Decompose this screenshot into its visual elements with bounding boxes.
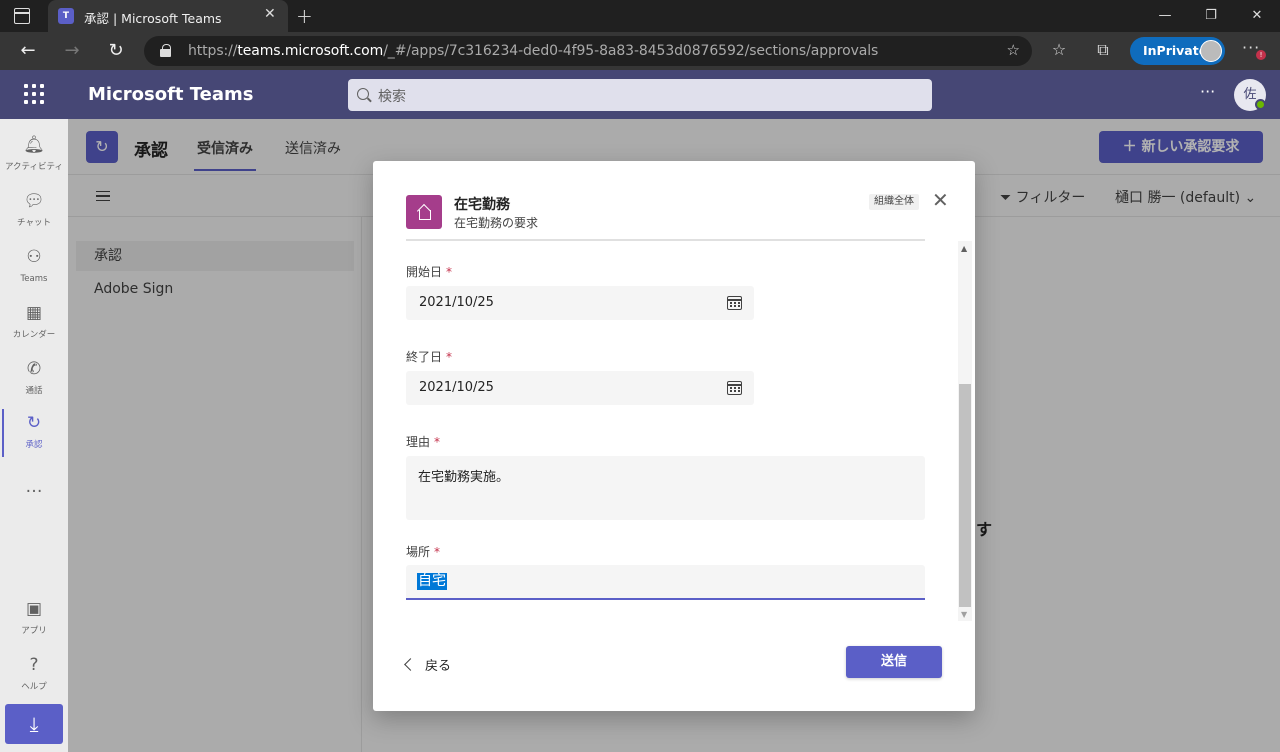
template-icon [406,195,442,229]
collections-icon[interactable]: ⧉ [1092,40,1114,60]
search-input[interactable]: 検索 [348,79,932,111]
reason-textarea[interactable]: 在宅勤務実施。 [406,456,925,520]
rail-item-teams[interactable]: ⚇ Teams [0,239,68,295]
submit-button[interactable]: 送信 [846,646,942,678]
rail-item-chat[interactable]: 💬︎ チャット [0,183,68,239]
window-close-icon[interactable]: ✕ [1234,0,1280,30]
search-icon [357,88,369,100]
app-title: Microsoft Teams [88,84,254,105]
app-launcher-icon[interactable] [24,84,44,104]
presence-available-icon [1255,99,1266,110]
tab-actions-icon[interactable] [14,8,30,24]
notification-badge: ! [1256,50,1266,60]
dialog-title: 在宅勤務 [454,197,510,213]
teams-header: Microsoft Teams 検索 ··· 佐 [0,70,1280,119]
browser-tab-bar: T 承認 | Microsoft Teams ✕ + — ❐ ✕ [0,0,1280,32]
minimize-icon[interactable]: — [1142,0,1188,30]
approvals-icon: ↻ [26,413,42,433]
end-date-value: 2021/10/25 [419,380,494,395]
teams-icon: ⚇ [26,247,42,267]
forward-icon[interactable]: → [60,39,84,63]
dialog-scrollbar[interactable]: ▲ ▼ [958,241,972,621]
dialog-subtitle: 在宅勤務の要求 [454,216,539,230]
scrollbar-thumb[interactable] [959,384,971,607]
help-icon: ? [29,655,39,675]
url-field[interactable]: https://teams.microsoft.com/_#/apps/7c31… [144,36,1032,66]
back-button[interactable]: 戻る [404,655,451,674]
calendar-picker-icon[interactable] [727,381,742,395]
start-date-label: 開始日 * [406,265,453,279]
location-field[interactable]: 自宅 [406,565,925,600]
url-text: https://teams.microsoft.com/_#/apps/7c31… [188,43,879,59]
chevron-left-icon [404,658,417,671]
dialog-close-icon[interactable]: ✕ [932,188,949,212]
app-rail: 🔔︎ アクティビティ 💬︎ チャット ⚇ Teams ▦ カレンダー ✆ 通話 … [0,119,68,752]
reason-value: 在宅勤務実施。 [418,470,510,485]
settings-more-icon[interactable]: ··· [1200,82,1215,101]
inprivate-button[interactable]: InPrivate [1130,37,1225,65]
calendar-icon: ▦ [25,303,43,323]
scroll-down-icon[interactable]: ▼ [961,610,967,619]
org-wide-badge: 組織全体 [869,194,919,210]
tab-close-icon[interactable]: ✕ [264,6,276,22]
work-from-home-dialog: 在宅勤務 在宅勤務の要求 組織全体 ✕ ▲ ▼ 開始日 * 2021/10/25 … [373,161,975,711]
home-icon [417,205,431,220]
bell-icon: 🔔︎ [23,135,45,155]
more-icon: … [25,477,43,497]
rail-item-calendar[interactable]: ▦ カレンダー [0,295,68,351]
rail-item-apps[interactable]: ▣ アプリ [0,591,68,647]
browser-tab[interactable]: T 承認 | Microsoft Teams ✕ [48,0,288,32]
scroll-up-icon[interactable]: ▲ [961,244,967,253]
back-icon[interactable]: ← [16,39,40,63]
reason-label: 理由 * [406,435,441,449]
profile-avatar [1200,40,1222,62]
favorites-icon[interactable]: ☆ [1048,40,1070,59]
dialog-divider [406,239,925,241]
restore-icon[interactable]: ❐ [1188,0,1234,30]
start-date-field[interactable]: 2021/10/25 [406,286,754,320]
window-controls: — ❐ ✕ [1142,0,1280,32]
add-favorite-icon[interactable]: ☆ [1007,41,1020,59]
calendar-picker-icon[interactable] [727,296,742,310]
apps-icon: ▣ [25,599,43,619]
rail-item-approvals[interactable]: ↻ 承認 [0,405,68,461]
phone-icon: ✆ [26,359,42,379]
start-date-value: 2021/10/25 [419,295,494,310]
refresh-icon[interactable]: ↻ [104,39,128,63]
lock-icon[interactable] [160,44,171,57]
location-value-selected: 自宅 [417,573,447,590]
rail-item-calls[interactable]: ✆ 通話 [0,351,68,407]
address-bar: ← → ↻ https://teams.microsoft.com/_#/app… [0,32,1280,70]
end-date-label: 終了日 * [406,350,453,364]
teams-favicon-icon: T [58,8,74,24]
rail-item-activity[interactable]: 🔔︎ アクティビティ [0,127,68,183]
download-icon[interactable]: ⤓ [5,704,63,744]
rail-item-help[interactable]: ? ヘルプ [0,647,68,703]
new-tab-icon[interactable]: + [296,4,313,28]
rail-more-button[interactable]: … [0,469,68,499]
tab-title: 承認 | Microsoft Teams [84,11,222,26]
chat-icon: 💬︎ [23,191,45,211]
end-date-field[interactable]: 2021/10/25 [406,371,754,405]
location-label: 場所 * [406,545,441,559]
search-placeholder: 検索 [378,89,406,105]
